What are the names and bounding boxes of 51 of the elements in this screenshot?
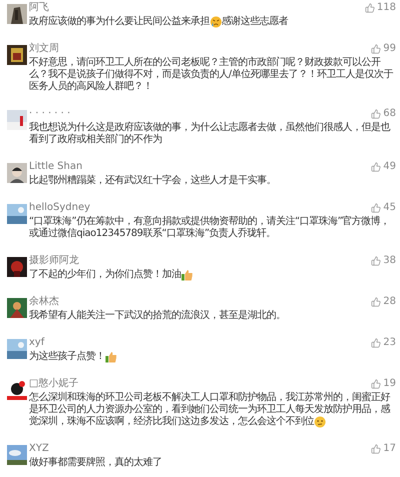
like-button[interactable]: 99 xyxy=(371,42,396,56)
comment-text: 我希望有人能关注一下武汉的拾荒的流浪汉，甚至是湖北的。 xyxy=(29,310,286,322)
comment-text: 感谢这些志愿者 xyxy=(222,16,288,28)
thumbs-up-icon xyxy=(371,203,382,213)
thumbs-up-icon xyxy=(371,162,382,172)
like-button[interactable]: 68 xyxy=(371,107,396,121)
user-name: □憨小妮子 xyxy=(29,377,78,391)
comment-text: 不好意思，请问环卫工人所在的公司老板呢？主管的市政部门呢？财政拨款可以公开 xyxy=(29,57,380,68)
like-button[interactable]: 118 xyxy=(364,1,396,15)
thinking-face-icon xyxy=(314,416,326,428)
thumbs-up-icon xyxy=(371,444,382,454)
user-name: 摄影师阿龙 xyxy=(29,254,79,268)
like-button[interactable]: 28 xyxy=(371,295,396,309)
thumbs-up-icon xyxy=(105,351,117,363)
comment-text: 为这些孩子点赞！ xyxy=(29,351,105,363)
thumbs-up-icon xyxy=(371,256,382,266)
user-name: 刘文周 xyxy=(29,42,59,56)
thumbs-up-icon xyxy=(371,109,382,119)
like-button[interactable]: 45 xyxy=(371,201,396,215)
comment-text: 比起鄂州糟蹋菜，还有武汉红十字会，这些人才是干实事。 xyxy=(29,175,276,187)
thumbs-up-icon xyxy=(181,269,193,281)
comment-text: “口罩珠海”仍在筹款中，有意向捐款或提供物资帮助的，请关注“口罩珠海”官方微博， xyxy=(29,216,390,228)
comment-text: 做好事都需要牌照，真的太难了 xyxy=(29,457,162,469)
user-name: 余林杰 xyxy=(29,295,59,309)
crying-face-icon xyxy=(210,16,222,28)
user-name: helloSydney xyxy=(29,201,90,215)
like-button[interactable]: 38 xyxy=(371,254,396,268)
like-button[interactable]: 17 xyxy=(371,442,396,456)
comment-text: 或通过微信qiao12345789联系“口罩珠海”负责人乔珑轩。 xyxy=(29,228,276,240)
user-name: 阿飞 xyxy=(29,1,49,15)
comment-text: 是环卫公司的人力资源办公室的，看到她们公司统一为环卫工人每天发放防护用品，感 xyxy=(29,404,390,416)
comment-text: 政府应该做的事为什么要让民间公益来承担 xyxy=(29,16,210,28)
thumbs-up-icon xyxy=(371,379,382,389)
comment-text: 怎么深圳和珠海的环卫公司老板不解决工人口罩和防护物品，我江苏常州的，闺蜜正好 xyxy=(29,392,390,404)
like-button[interactable]: 19 xyxy=(371,377,396,391)
comment-text: 觉深圳，珠海不应该啊，经济比我们这边多发达，怎么会这个不到位 xyxy=(29,416,314,428)
comment-text: 了不起的少年们，为你们点赞！加油 xyxy=(29,269,181,281)
comment-text: 看到了政府或相关部门的不作为 xyxy=(29,134,162,146)
user-name: Little Shan xyxy=(29,160,82,174)
user-name: XYZ xyxy=(29,442,49,456)
like-button[interactable]: 49 xyxy=(371,160,396,174)
thumbs-up-icon xyxy=(371,297,382,307)
thumbs-up-icon xyxy=(364,3,375,13)
user-name: xyf xyxy=(29,336,44,350)
comment-text: 么？我不是说孩子们做得不对，而是该负责的人/单位死哪里去了？！环卫工人是仅次于 xyxy=(29,69,393,80)
comment-text: 医务人员的高风险人群吧？！ xyxy=(29,81,152,93)
like-button[interactable]: 23 xyxy=(371,336,396,350)
thumbs-up-icon xyxy=(371,44,382,54)
comment-text: 我也想说为什么这是政府应该做的事，为什么让志愿者去做，虽然他们很感人，但是也 xyxy=(29,122,390,134)
user-name: · · · · · · · xyxy=(29,107,70,121)
thumbs-up-icon xyxy=(371,338,382,348)
